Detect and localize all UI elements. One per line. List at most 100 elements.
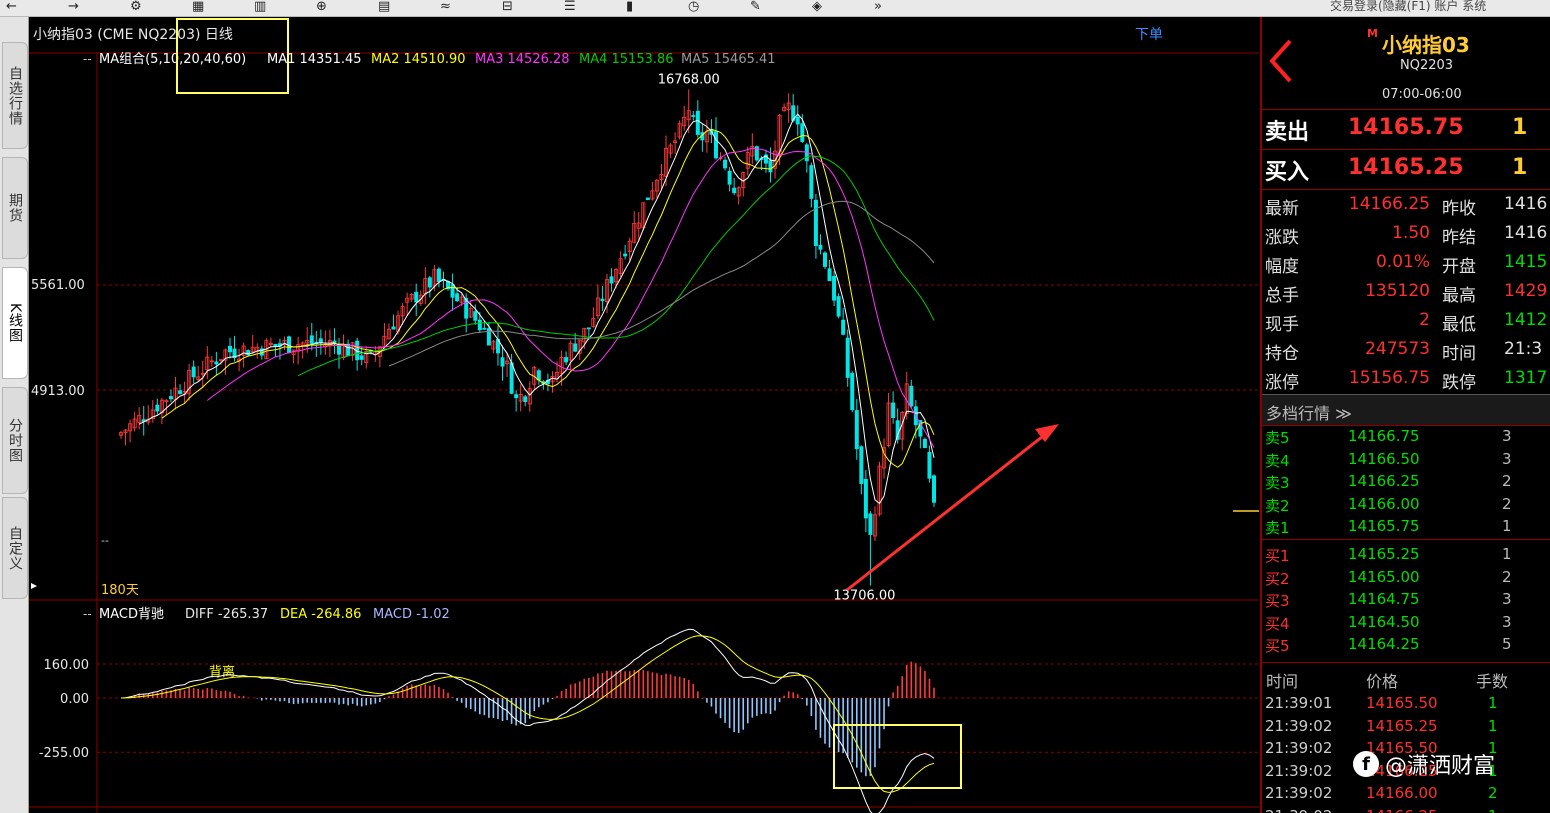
candle: [813, 199, 818, 246]
stat-l2: 跌停: [1442, 373, 1476, 393]
depth-header[interactable]: 多档行情 ≫: [1262, 394, 1550, 426]
pulse-icon[interactable]: ≈: [440, 0, 451, 14]
trade-header-time: 时间: [1266, 672, 1299, 691]
kline-chart-area[interactable]: 小纳指03 (CME NQ2203) 日线 下单 -- MA组合(5,10,20,40…: [29, 17, 1259, 813]
stat-v2: 1415: [1504, 252, 1548, 272]
stat-l2: 最低: [1442, 315, 1476, 335]
trade-q: 1: [1488, 694, 1498, 712]
dashboard-icon[interactable]: ▤: [378, 0, 390, 14]
candle: [795, 116, 800, 125]
candle: [509, 362, 514, 394]
bid-level[interactable]: 买3 14164.75 3: [1262, 588, 1550, 610]
ma-value-5: MA5 15465.41: [681, 52, 776, 67]
candle: [191, 366, 196, 378]
stat-v1: 0.01%: [1375, 252, 1430, 272]
ma-line-3: [206, 147, 935, 448]
ask-price: 14165.75: [1348, 115, 1464, 140]
period-icon[interactable]: ◷: [688, 0, 699, 14]
chart-icon[interactable]: ▥: [254, 0, 266, 14]
macd-dea: DEA -264.86: [280, 607, 361, 622]
candle: [359, 355, 364, 360]
candle: [473, 311, 478, 321]
macd-name: MACD背驰: [99, 607, 164, 622]
bid-level[interactable]: 买5 14164.25 5: [1262, 633, 1550, 655]
price-tick-label: 4913.00: [31, 384, 85, 399]
stat-l1: 总手: [1265, 286, 1299, 306]
bid-level[interactable]: 买1 14165.25 1: [1262, 543, 1550, 565]
forward-icon[interactable]: →: [68, 0, 79, 14]
stat-l2: 开盘: [1442, 257, 1476, 277]
stat-l2: 时间: [1442, 344, 1476, 364]
depth-p: 14165.25: [1348, 545, 1420, 563]
macd-menu-icon: --: [83, 607, 92, 621]
macd-tick-label: 160.00: [44, 658, 90, 673]
depth-p: 14164.25: [1348, 635, 1420, 653]
contract-badge: M: [1367, 27, 1378, 40]
nav-tab-4[interactable]: 自定义: [2, 497, 28, 599]
back-arrow-icon[interactable]: [1266, 37, 1296, 85]
ask-level[interactable]: 卖1 14165.75 1: [1262, 515, 1550, 537]
contract-name: 小纳指03: [1382, 33, 1470, 57]
candle: [609, 276, 614, 284]
bid-row[interactable]: 买入 14165.25 1: [1262, 149, 1550, 186]
candle: [691, 115, 696, 117]
candle: [832, 275, 837, 301]
stat-l2: 最高: [1442, 286, 1476, 306]
depth-q: 3: [1502, 590, 1512, 608]
settings-icon[interactable]: ⚙: [130, 0, 142, 14]
ask-label: 卖出: [1265, 120, 1310, 145]
kline-chart-svg[interactable]: 小纳指03 (CME NQ2203) 日线 下单 -- MA组合(5,10,20,40…: [29, 17, 1259, 813]
candle: [436, 268, 441, 283]
draw-icon[interactable]: ✎: [750, 0, 761, 14]
bid-level[interactable]: 买2 14165.00 2: [1262, 566, 1550, 588]
order-link[interactable]: 下单: [1135, 27, 1163, 43]
depth-l: 买3: [1265, 592, 1290, 610]
nav-tab-3[interactable]: 分时图: [2, 387, 28, 494]
zoom-icon[interactable]: ⊕: [316, 0, 327, 14]
back-icon[interactable]: ←: [6, 0, 17, 14]
ask-level[interactable]: 卖5 14166.75 3: [1262, 425, 1550, 447]
depth-q: 2: [1502, 472, 1512, 490]
chart-title: 小纳指03 (CME NQ2203) 日线: [33, 27, 233, 43]
trade-t: 21:39:02: [1265, 761, 1333, 780]
ma-line-5: [388, 200, 935, 367]
candle: [809, 165, 814, 199]
toolbar-right-menu[interactable]: 交易登录(隐藏(F1) 账户 系统: [1330, 0, 1486, 12]
stat-row: 幅度 0.01% 开盘 1415: [1262, 248, 1550, 277]
candle: [450, 284, 455, 298]
nav-tab-0[interactable]: 自选行情: [2, 42, 28, 149]
depth-q: 3: [1502, 612, 1512, 631]
nav-tab-2[interactable]: K线图: [2, 267, 28, 379]
candle: [927, 451, 932, 479]
split-icon[interactable]: ⊟: [502, 0, 513, 14]
grid-icon[interactable]: ▦: [192, 0, 204, 14]
candle: [586, 327, 591, 330]
macd-diff: DIFF -265.37: [185, 607, 268, 622]
toolbar: ← → ⚙ ▦ ▥ ⊕ ▤ ≈ ⊟ ☰ ▮ ◷ ✎ ◈ » 交易登录(隐藏(F1) 账户 系统: [0, 0, 1550, 17]
cursor-marker: --: [101, 534, 109, 547]
ask-level[interactable]: 卖3 14166.25 2: [1262, 470, 1550, 492]
ma-line-4: [297, 155, 935, 377]
candle: [827, 268, 832, 282]
nav-tab-1[interactable]: 期货: [2, 157, 28, 259]
bid-level[interactable]: 买4 14164.50 3: [1262, 611, 1550, 633]
trade-row: 21:39:01 14165.50 1: [1262, 692, 1550, 715]
ask-level[interactable]: 卖4 14166.50 3: [1262, 448, 1550, 470]
depth-l: 卖3: [1265, 474, 1290, 492]
ask-row[interactable]: 卖出 14165.75 1: [1262, 109, 1550, 146]
more-icon[interactable]: »: [874, 0, 882, 14]
indicator-icon[interactable]: ◈: [812, 0, 822, 14]
bars-icon[interactable]: ▮: [626, 0, 633, 14]
depth-p: 14166.75: [1348, 427, 1420, 445]
ask-level[interactable]: 卖2 14166.00 2: [1262, 493, 1550, 515]
depth-p: 14164.75: [1348, 590, 1420, 608]
depth-q: 2: [1502, 494, 1512, 513]
candle: [891, 402, 896, 418]
brand-logo-icon: f: [1353, 751, 1379, 777]
stack-icon[interactable]: ☰: [564, 0, 576, 14]
candle: [727, 170, 732, 185]
stat-v1: 1.50: [1392, 223, 1430, 243]
candle: [168, 396, 173, 400]
trade-header: 时间 价格 手数: [1262, 665, 1550, 691]
macd-hist: MACD -1.02: [373, 607, 450, 622]
